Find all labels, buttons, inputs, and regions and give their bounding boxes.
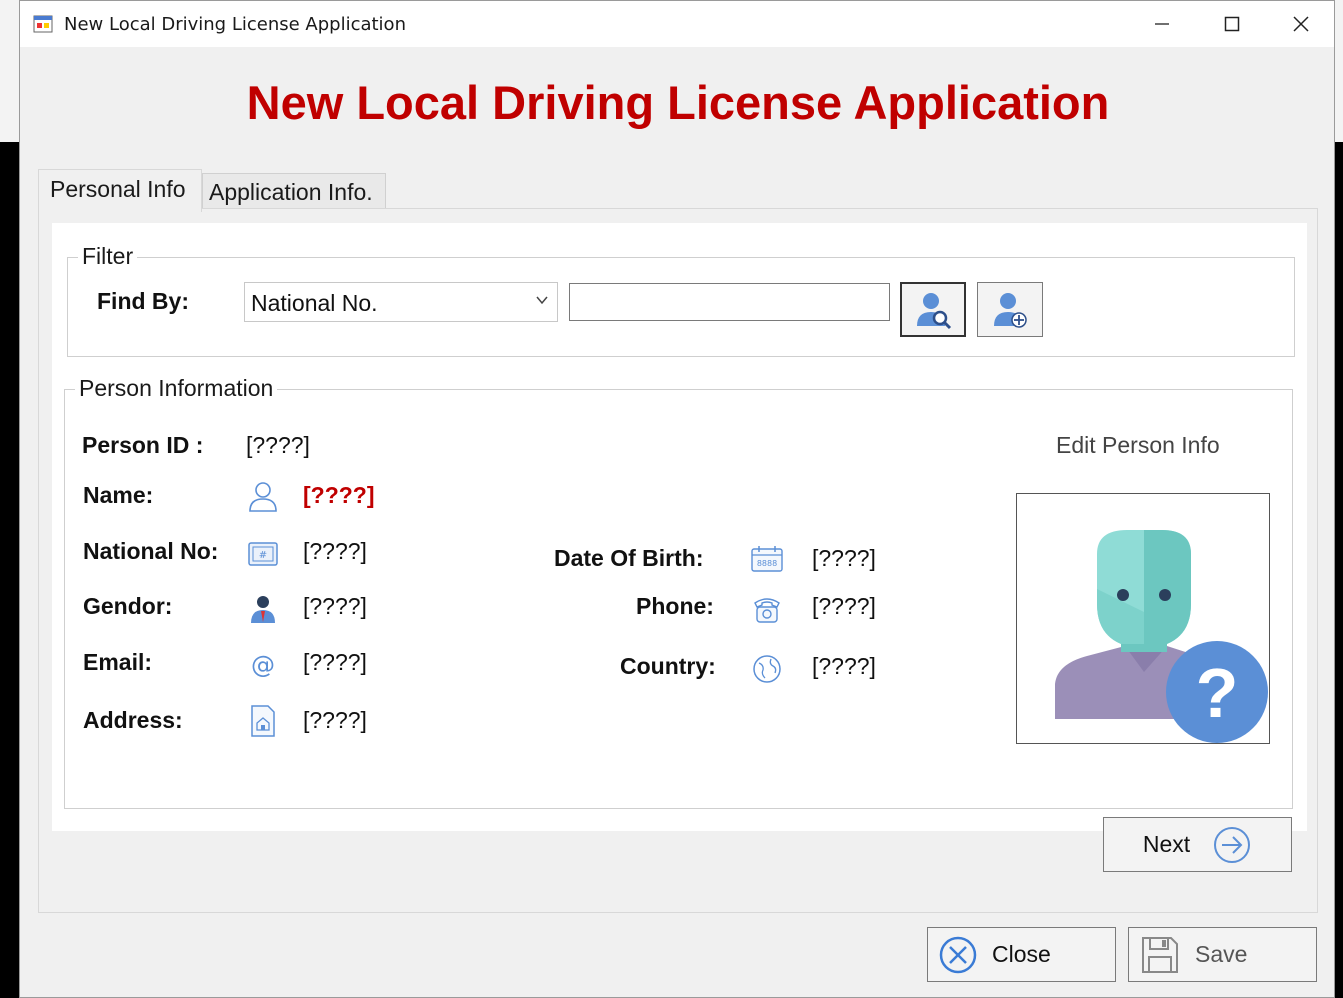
edit-person-info-link[interactable]: Edit Person Info xyxy=(1056,432,1220,459)
address-label: Address: xyxy=(83,707,183,733)
gendor-label: Gendor: xyxy=(83,593,173,619)
at-sign-icon: @ xyxy=(247,649,279,681)
national-no-label: National No: xyxy=(83,538,219,564)
person-outline-icon xyxy=(247,480,279,512)
name-value: [????] xyxy=(303,482,375,508)
search-person-icon xyxy=(917,292,952,329)
window-title: New Local Driving License Application xyxy=(64,14,406,35)
next-button-label: Next xyxy=(1142,831,1191,857)
globe-icon xyxy=(751,653,783,685)
arrow-right-circle-icon xyxy=(1214,826,1251,863)
page-title: New Local Driving License Application xyxy=(246,76,1110,129)
person-info-group-label: Person Information xyxy=(75,375,278,402)
close-button-label: Close xyxy=(992,941,1051,967)
minimize-icon xyxy=(1155,23,1169,25)
find-person-button[interactable] xyxy=(900,282,966,337)
maximize-icon xyxy=(1224,16,1240,32)
minimize-button[interactable] xyxy=(1127,1,1197,47)
national-no-value: [????] xyxy=(303,538,367,564)
save-button-label: Save xyxy=(1195,941,1248,967)
person-id-label: Person ID : xyxy=(82,432,204,458)
svg-text:?: ? xyxy=(1196,654,1239,732)
name-label: Name: xyxy=(83,482,154,508)
close-icon xyxy=(1293,16,1309,32)
tab-application-info[interactable]: Application Info. xyxy=(202,173,386,209)
maximize-button[interactable] xyxy=(1197,1,1267,47)
phone-label: Phone: xyxy=(636,593,714,619)
telephone-icon xyxy=(751,593,783,625)
email-value: [????] xyxy=(303,649,367,675)
unknown-person-icon: ? xyxy=(1055,530,1268,743)
svg-text:8888: 8888 xyxy=(757,559,777,568)
app-icon xyxy=(33,15,53,33)
person-photo: ? xyxy=(1016,493,1270,744)
date-of-birth-value: [????] xyxy=(812,545,876,571)
chevron-down-icon xyxy=(536,296,548,305)
address-value: [????] xyxy=(303,707,367,733)
close-button[interactable]: Close xyxy=(927,927,1116,982)
house-document-icon xyxy=(247,705,279,737)
gendor-value: [????] xyxy=(303,593,367,619)
save-button[interactable]: Save xyxy=(1128,927,1317,982)
search-input[interactable] xyxy=(569,283,890,321)
title-bar: New Local Driving License Application xyxy=(20,1,1334,47)
country-label: Country: xyxy=(620,653,716,679)
add-person-button[interactable] xyxy=(977,282,1043,337)
country-value: [????] xyxy=(812,653,876,679)
add-person-icon xyxy=(994,292,1027,328)
find-by-label: Find By: xyxy=(97,288,189,314)
email-label: Email: xyxy=(83,649,153,675)
application-window: New Local Driving License Application Ne… xyxy=(19,0,1335,998)
calendar-icon: 8888 xyxy=(751,543,783,575)
find-by-combobox[interactable]: National No. xyxy=(244,282,558,322)
date-of-birth-label: Date Of Birth: xyxy=(554,545,704,571)
next-button[interactable]: Next xyxy=(1103,817,1292,872)
svg-text:@: @ xyxy=(251,651,275,679)
phone-value: [????] xyxy=(812,593,876,619)
find-by-selected-value: National No. xyxy=(251,290,378,316)
man-icon xyxy=(247,593,279,625)
person-id-value: [????] xyxy=(246,432,310,458)
tab-personal-info[interactable]: Personal Info xyxy=(38,169,202,212)
close-circle-icon xyxy=(939,936,977,973)
svg-text:#: # xyxy=(259,550,267,561)
close-window-button[interactable] xyxy=(1266,1,1336,47)
floppy-disk-icon xyxy=(1142,936,1178,973)
filter-group-label: Filter xyxy=(78,243,138,270)
id-card-icon: # xyxy=(247,538,279,570)
